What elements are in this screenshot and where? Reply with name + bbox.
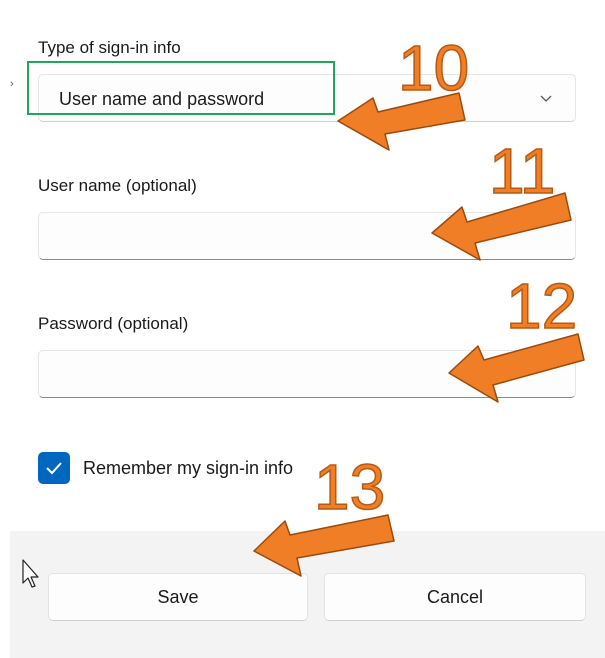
remember-checkbox[interactable] [38, 452, 70, 484]
chevron-down-icon [539, 91, 553, 105]
sign-in-type-label: Type of sign-in info [38, 38, 181, 57]
password-input[interactable] [39, 351, 575, 397]
annotation-number-13: 13 [313, 451, 386, 523]
checkmark-icon [46, 462, 62, 475]
highlight-box [27, 61, 335, 115]
username-field-container [38, 212, 576, 260]
password-label: Password (optional) [38, 314, 189, 333]
stray-mark: › [10, 78, 14, 90]
annotation-number-11: 11 [488, 135, 556, 207]
annotation-number-10: 10 [397, 32, 470, 104]
password-field-container [38, 350, 576, 398]
annotation-number-12: 12 [505, 270, 578, 342]
username-input[interactable] [39, 213, 575, 259]
save-button[interactable]: Save [48, 573, 308, 621]
sign-in-info-dialog: › Type of sign-in info User name and pas… [0, 0, 605, 658]
cancel-button[interactable]: Cancel [324, 573, 586, 621]
username-label: User name (optional) [38, 176, 197, 195]
remember-label[interactable]: Remember my sign-in info [83, 458, 293, 479]
